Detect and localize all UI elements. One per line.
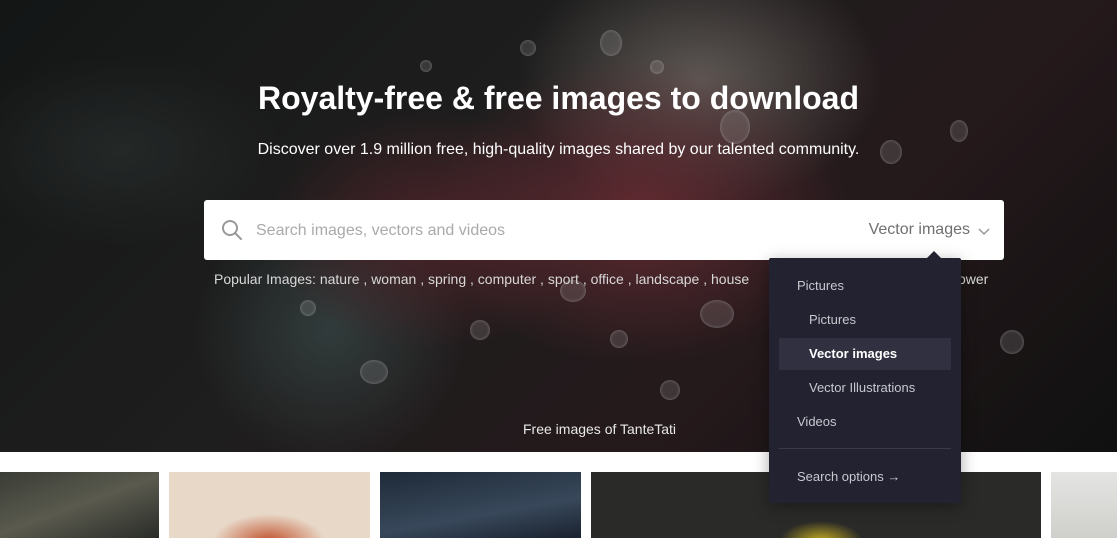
image-thumbnail[interactable] [0,472,159,538]
dropdown-item-vector-illustrations[interactable]: Vector Illustrations [779,372,951,404]
page-subtitle: Discover over 1.9 million free, high-qua… [257,141,860,158]
search-icon[interactable] [220,218,244,242]
image-thumbnail[interactable] [380,472,581,538]
popular-searches-tail[interactable]: ower [958,271,988,287]
popular-searches: Popular Images: nature , woman , spring … [214,271,988,287]
page-title: Royalty-free & free images to download [257,80,859,116]
search-input[interactable] [254,214,818,248]
dropdown-divider [779,448,951,449]
image-credit[interactable]: Free images of TanteTati [523,421,676,437]
media-type-label: Vector images [868,221,970,238]
dropdown-item-pictures[interactable]: Pictures [779,304,951,336]
dropdown-item-videos[interactable]: Videos [779,406,951,438]
dropdown-item-vector-images[interactable]: Vector images [779,338,951,370]
image-thumbnail[interactable] [169,472,370,538]
image-thumbnail[interactable] [1051,472,1117,538]
search-bar: Vector images [204,200,1004,260]
search-options-link[interactable]: Search options → [779,461,951,493]
chevron-down-icon [978,224,990,236]
popular-searches-text[interactable]: Popular Images: nature , woman , spring … [214,271,749,287]
media-type-dropdown: Pictures Pictures Vector images Vector I… [769,251,961,503]
dropdown-item-pictures-group[interactable]: Pictures [779,270,951,302]
